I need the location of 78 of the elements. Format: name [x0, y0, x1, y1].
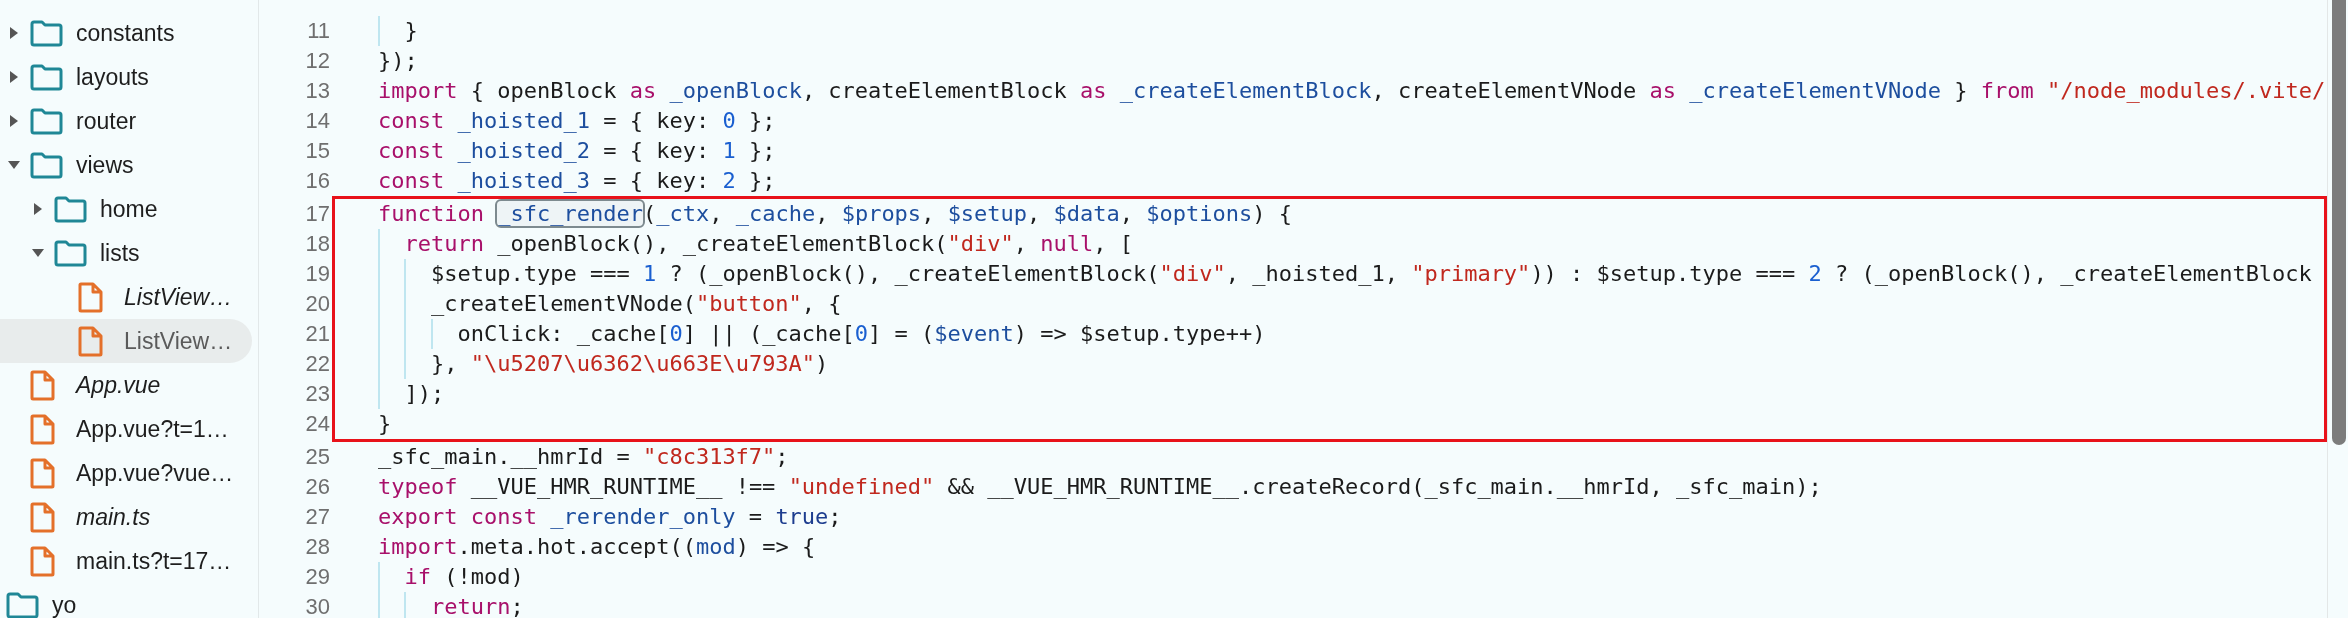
- tree-item[interactable]: views: [0, 143, 258, 187]
- code-line: function _sfc_render(_ctx, _cache, $props, $setup, $data, $options) {: [378, 200, 1293, 228]
- line-number: 26: [304, 474, 330, 500]
- code-line: });: [378, 47, 418, 75]
- tree-item[interactable]: ListView…: [0, 275, 258, 319]
- line-number: 15: [304, 138, 330, 164]
- line-number: 11: [306, 18, 330, 44]
- scrollbar-thumb[interactable]: [2332, 0, 2346, 445]
- line-number: 21: [304, 321, 330, 347]
- tree-item[interactable]: main.ts: [0, 495, 258, 539]
- code-line: const _hoisted_3 = { key: 2 };: [378, 167, 776, 195]
- code-line: export const _rerender_only = true;: [378, 503, 842, 531]
- tree-item[interactable]: ListView…: [0, 319, 252, 363]
- line-number: 12: [304, 48, 330, 74]
- code-line: _createElementVNode("button", {: [431, 290, 842, 318]
- code-line: _sfc_main.__hmrId = "c8c313f7";: [378, 443, 789, 471]
- code-line: const _hoisted_2 = { key: 1 };: [378, 137, 776, 165]
- code-line: return;: [431, 593, 524, 618]
- file-icon: [30, 413, 55, 445]
- indent-guide: [430, 319, 433, 349]
- line-number: 20: [304, 291, 330, 317]
- line-number: 13: [304, 78, 330, 104]
- tree-item[interactable]: layouts: [0, 55, 258, 99]
- line-number: 14: [304, 108, 330, 134]
- code-line: }: [378, 410, 392, 438]
- folder-icon: [54, 195, 87, 223]
- tree-item[interactable]: constants: [0, 11, 258, 55]
- code-line: if (!mod): [404, 563, 524, 591]
- line-number: 22: [304, 351, 330, 377]
- code-line: onClick: _cache[0] || (_cache[0] = ($event) => $setup.type++): [457, 320, 1266, 349]
- tree-item[interactable]: lists: [0, 231, 258, 275]
- line-number: 16: [304, 168, 330, 194]
- tree-item[interactable]: App.vue?vue…: [0, 451, 258, 495]
- file-icon: [30, 457, 55, 489]
- line-number: 25: [304, 444, 330, 470]
- tree-item[interactable]: App.vue: [0, 363, 258, 407]
- folder-icon: [54, 239, 87, 267]
- caret-right-icon[interactable]: [8, 71, 20, 83]
- folder-icon: [30, 63, 63, 91]
- line-number: 23: [304, 381, 330, 407]
- folder-icon: [30, 151, 63, 179]
- tree-item[interactable]: home: [0, 187, 258, 231]
- folder-icon: [6, 591, 39, 618]
- line-number: 29: [304, 564, 330, 590]
- line-number: 27: [304, 504, 330, 530]
- caret-right-icon[interactable]: [8, 27, 20, 39]
- line-number: 18: [304, 231, 330, 257]
- indent-guide: [378, 16, 380, 46]
- file-icon: [78, 325, 103, 357]
- line-number: 24: [304, 411, 330, 437]
- code-line: ]);: [404, 380, 445, 408]
- caret-down-icon[interactable]: [8, 159, 20, 171]
- line-number: 19: [304, 261, 330, 287]
- indent-guide: [404, 592, 407, 618]
- tree-item[interactable]: main.ts?t=17…: [0, 539, 258, 583]
- file-icon: [78, 281, 103, 313]
- line-number: 17: [304, 201, 330, 227]
- caret-down-icon[interactable]: [32, 247, 44, 259]
- line-number: 28: [304, 534, 330, 560]
- code-line: $setup.type === 1 ? (_openBlock(), _createElementBlock("div", _hoisted_1, "primary")) : $setup.type === 2 ? (_openBlock(), _createElementBlock: [431, 260, 2312, 288]
- file-icon: [30, 369, 55, 401]
- file-icon: [30, 545, 55, 577]
- caret-right-icon[interactable]: [8, 115, 20, 127]
- code-line: const _hoisted_1 = { key: 0 };: [378, 107, 776, 135]
- code-line: import { openBlock as _openBlock, createElementBlock as _createElementBlock, createElementVNode as _createElementVNode } from "/node_modules/.vite/: [378, 77, 2326, 105]
- folder-icon: [30, 107, 63, 135]
- tree-item[interactable]: App.vue?t=1…: [0, 407, 258, 451]
- line-number: 30: [304, 594, 330, 618]
- code-line: import.meta.hot.accept((mod) => {: [378, 533, 816, 561]
- caret-right-icon[interactable]: [32, 203, 44, 215]
- folder-icon: [30, 19, 63, 47]
- code-line: }, "\u5207\u6362\u663E\u793A"): [431, 350, 829, 378]
- code-line: return _openBlock(), _createElementBlock("div", null, [: [404, 230, 1134, 258]
- tree-item[interactable]: yo: [0, 583, 258, 618]
- code-line: }: [404, 17, 418, 45]
- code-line: typeof __VUE_HMR_RUNTIME__ !== "undefined" && __VUE_HMR_RUNTIME__.createRecord(_sfc_main.__hmrId, _sfc_main);: [378, 473, 1822, 501]
- file-icon: [30, 501, 55, 533]
- tree-item[interactable]: router: [0, 99, 258, 143]
